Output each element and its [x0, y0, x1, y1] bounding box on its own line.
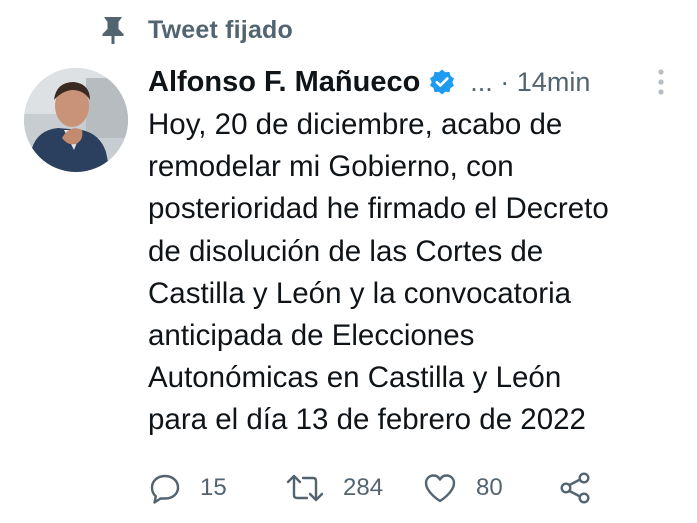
reply-icon	[148, 471, 182, 505]
share-icon	[558, 471, 592, 505]
tweet-text-line: remodelar mi Gobierno, con	[148, 150, 514, 184]
reply-count: 15	[200, 474, 227, 501]
tweet-text-line: posterioridad he firmado el Decreto	[148, 192, 609, 226]
tweet-meta: ... · 14min	[470, 66, 591, 97]
author-name[interactable]: Alfonso F. Mañueco	[148, 66, 420, 99]
retweet-icon	[285, 471, 325, 505]
tweet-actions: 15 284 80	[148, 466, 608, 510]
pin-icon	[100, 15, 126, 45]
tweet-text-line: Autonómicas en Castilla y León	[148, 361, 562, 395]
heart-icon	[422, 471, 458, 505]
reply-button[interactable]: 15	[148, 466, 227, 510]
pinned-label: Tweet fijado	[148, 15, 294, 44]
more-vertical-icon[interactable]	[654, 66, 668, 98]
tweet-text-line: Castilla y León y la convocatoria	[148, 276, 572, 310]
like-button[interactable]: 80	[422, 466, 503, 510]
share-button[interactable]	[558, 466, 592, 510]
tweet-header: Alfonso F. Mañueco ... · 14min	[148, 60, 668, 104]
tweet-text-line: de disolución de las Cortes de	[148, 234, 544, 268]
tweet-text-line: para el día 13 de febrero de 2022	[148, 403, 586, 437]
pinned-indicator: Tweet fijado	[100, 12, 293, 48]
verified-badge-icon	[428, 68, 456, 96]
retweet-count: 284	[343, 474, 384, 501]
tweet-text: Hoy, 20 de diciembre, acabo de remodelar…	[148, 104, 668, 442]
like-count: 80	[476, 474, 503, 501]
retweet-button[interactable]: 284	[285, 466, 383, 510]
avatar[interactable]	[24, 68, 128, 172]
tweet-text-line: Hoy, 20 de diciembre, acabo de	[148, 108, 563, 141]
tweet-text-line: anticipada de Elecciones	[148, 319, 475, 353]
